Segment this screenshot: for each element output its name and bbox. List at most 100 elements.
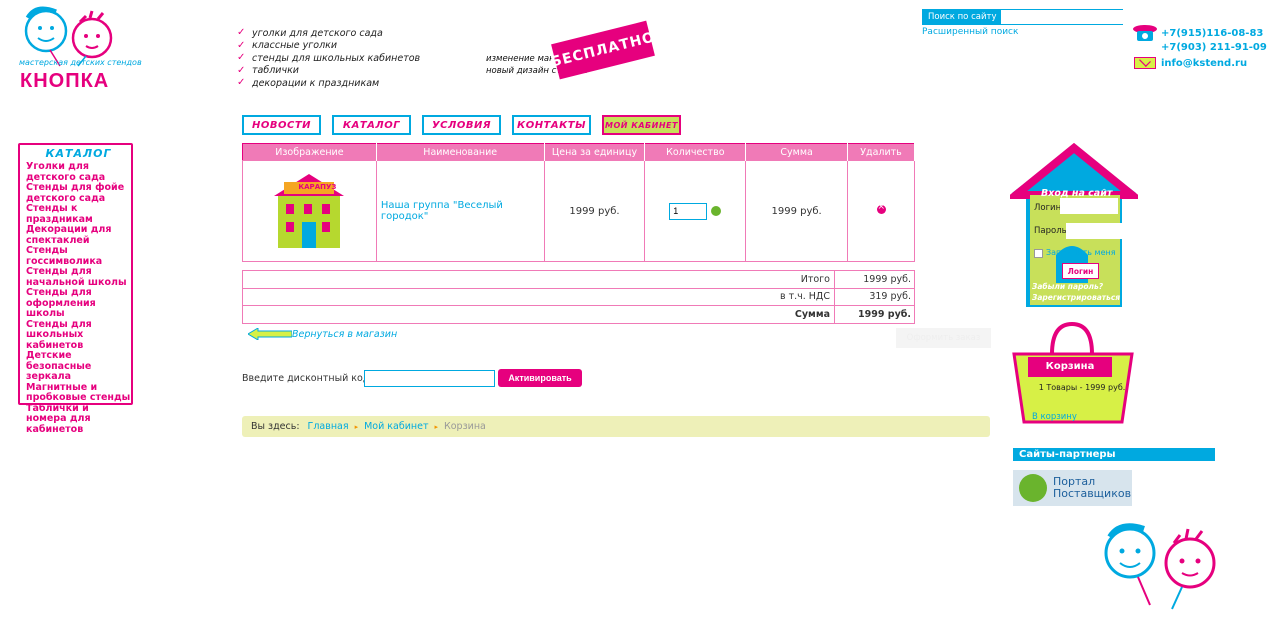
free-stamp: БЕСПЛАТНО xyxy=(549,20,657,80)
catalog-item[interactable]: Детские безопасные зеркала xyxy=(26,350,132,383)
catalog-item[interactable]: Стенды для оформления школы xyxy=(26,287,132,320)
to-cart-link[interactable]: В корзину xyxy=(1032,412,1077,422)
catalog-item[interactable]: Стенды для фойе детского сада xyxy=(26,182,132,204)
register-link[interactable]: Зарегистрироваться xyxy=(1032,293,1120,302)
nav-news[interactable]: НОВОСТИ xyxy=(242,115,321,135)
checkmark-icon: ✓ xyxy=(237,64,246,76)
checkmark-icon: ✓ xyxy=(237,77,246,89)
mail-icon xyxy=(1133,57,1156,69)
remember-label: Запомнить меня xyxy=(1046,248,1116,257)
mini-cart: Корзина 1 Товары - 1999 руб. В корзину xyxy=(1012,322,1134,426)
forgot-password-link[interactable]: Забыли пароль? xyxy=(1032,282,1103,291)
catalog-item[interactable]: Стенды для начальной школы xyxy=(26,266,132,288)
delete-cell xyxy=(847,160,915,262)
feature-item: ✓ таблички xyxy=(237,64,299,77)
search-label: Поиск по сайту xyxy=(923,10,1002,24)
totals-row: в т.ч. НДС 319 руб. xyxy=(242,287,915,306)
checkmark-icon: ✓ xyxy=(237,39,246,51)
column-header: Удалить xyxy=(847,143,915,161)
coupon-label: Введите дисконтный код xyxy=(242,373,370,384)
vat-label: в т.ч. НДС xyxy=(242,287,835,306)
catalog-item[interactable]: Магнитные и пробковые стенды xyxy=(26,382,132,404)
advanced-search-link[interactable]: Расширенный поиск xyxy=(922,27,1018,37)
total-label: Итого xyxy=(242,270,835,289)
people-icon xyxy=(1019,474,1047,502)
checkout-button[interactable]: Оформить заказ xyxy=(896,328,991,348)
totals-row: Итого 1999 руб. xyxy=(242,270,915,289)
catalog-item[interactable]: Стенды госсимволика xyxy=(26,245,132,267)
remember-checkbox[interactable] xyxy=(1034,249,1043,258)
sum-value: 1999 руб. xyxy=(834,305,915,324)
partner-name-line: Поставщиков xyxy=(1053,487,1132,500)
totals-row: Сумма 1999 руб. xyxy=(242,305,915,324)
phone-icon xyxy=(1128,23,1161,43)
login-box: Вход на сайт Логин Пароль Запомнить меня… xyxy=(1010,143,1138,310)
phone-1: +7(915)116-08-83 xyxy=(1161,27,1264,39)
phone-row: +7(915)116-08-83 xyxy=(1128,23,1273,43)
catalog-title: КАТАЛОГ xyxy=(45,147,112,160)
sum-label: Сумма xyxy=(242,305,835,324)
login-input[interactable] xyxy=(1060,198,1118,214)
nav-terms[interactable]: УСЛОВИЯ xyxy=(422,115,501,135)
breadcrumb-home[interactable]: Главная xyxy=(308,421,349,432)
cart-table: Изображение Наименование Цена за единицу… xyxy=(242,143,915,262)
kids-decoration-icon xyxy=(1104,523,1216,610)
delete-icon[interactable] xyxy=(876,202,886,214)
catalog-item[interactable]: Стенды для школьных кабинетов xyxy=(26,319,132,352)
vat-value: 319 руб. xyxy=(834,287,915,306)
partner-banner[interactable]: Портал Поставщиков xyxy=(1013,470,1132,506)
nav-catalog[interactable]: КАТАЛОГ xyxy=(332,115,411,135)
breadcrumb-account[interactable]: Мой кабинет xyxy=(364,421,428,432)
phone-2: +7(903) 211-91-09 xyxy=(1161,41,1267,53)
quantity-input[interactable] xyxy=(669,202,708,220)
login-button[interactable]: Логин xyxy=(1062,263,1099,279)
activate-button[interactable]: Активировать xyxy=(498,369,582,387)
refresh-icon[interactable] xyxy=(711,206,722,216)
column-header: Наименование xyxy=(376,143,545,161)
back-link[interactable]: Вернуться в магазин xyxy=(292,329,397,340)
password-input[interactable] xyxy=(1066,223,1124,239)
breadcrumb-current: Корзина xyxy=(444,421,486,432)
contacts: +7(915)116-08-83 +7(903) 211-91-09 info@… xyxy=(1128,23,1273,70)
password-label: Пароль xyxy=(1034,226,1067,236)
site-logo[interactable]: мастерская детских стендов КНОПКА xyxy=(16,6,166,98)
column-header: Цена за единицу xyxy=(544,143,646,161)
checkmark-icon: ✓ xyxy=(237,27,246,39)
chevron-right-icon: ▸ xyxy=(354,422,359,431)
unit-price: 1999 руб. xyxy=(543,160,646,262)
feature-item: ✓ уголки для детского сада xyxy=(237,27,383,39)
catalog-item[interactable]: Стенды к праздникам xyxy=(26,203,132,225)
quantity-cell xyxy=(644,160,747,262)
site-search: Поиск по сайту xyxy=(922,9,1179,25)
table-row: КАРАПУЗ Наша группа "Веселый городок" 19… xyxy=(242,160,915,262)
chevron-right-icon: ▸ xyxy=(434,422,438,431)
search-input[interactable] xyxy=(1001,10,1179,24)
basket-info: 1 Товары - 1999 руб. xyxy=(1038,383,1126,392)
coupon-input[interactable] xyxy=(364,370,495,387)
total-value: 1999 руб. xyxy=(834,270,915,289)
partners-title: Сайты-партнеры xyxy=(1013,448,1215,461)
product-thumbnail[interactable]: КАРАПУЗ xyxy=(264,166,354,256)
feature-item: ✓ декорации к праздникам xyxy=(237,77,380,89)
thumb-label: КАРАПУЗ xyxy=(298,183,337,191)
login-label: Логин xyxy=(1034,203,1062,213)
email-row: info@kstend.ru xyxy=(1128,56,1273,70)
partner-name: Портал Поставщиков xyxy=(1053,476,1131,500)
totals-table: Итого 1999 руб. в т.ч. НДС 319 руб. Сумма 1… xyxy=(242,270,915,324)
catalog-item[interactable]: Таблички и номера для кабинетов xyxy=(26,403,132,436)
breadcrumb-prefix: Вы здесь: xyxy=(251,421,300,432)
back-to-shop[interactable]: Вернуться в магазин xyxy=(248,328,397,340)
checkmark-icon: ✓ xyxy=(237,52,246,64)
catalog-item[interactable]: Декорации для спектаклей xyxy=(26,224,132,246)
basket-icon xyxy=(1012,322,1134,424)
catalog-item[interactable]: Уголки для детского сада xyxy=(26,161,132,183)
basket-title: Корзина xyxy=(1045,361,1095,372)
email-link[interactable]: info@kstend.ru xyxy=(1161,58,1247,69)
row-sum: 1999 руб. xyxy=(745,160,849,262)
product-name[interactable]: Наша группа "Веселый городок" xyxy=(375,160,545,262)
features-list: ✓ уголки для детского сада ✓ классные угол… xyxy=(237,27,437,90)
nav-my-account[interactable]: МОЙ КАБИНЕТ xyxy=(602,115,681,135)
column-header: Изображение xyxy=(242,143,377,161)
logo-tagline: мастерская детских стендов xyxy=(19,58,142,67)
nav-contacts[interactable]: КОНТАКТЫ xyxy=(512,115,591,135)
